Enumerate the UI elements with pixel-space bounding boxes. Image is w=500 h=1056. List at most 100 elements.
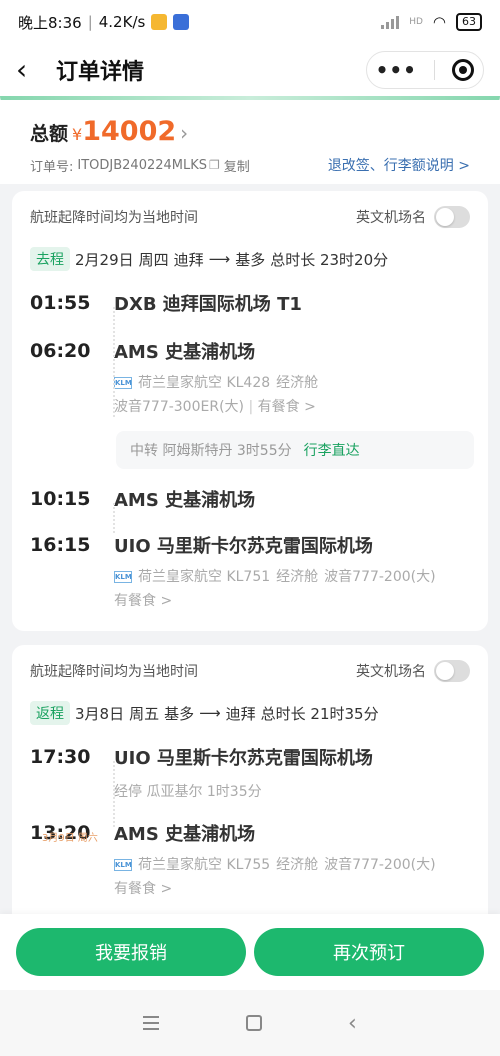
total-row[interactable]: 总额 ¥ 14002 › xyxy=(30,116,470,147)
back-nav-icon[interactable]: ‹ xyxy=(348,1011,357,1036)
meal-row[interactable]: 有餐食 > xyxy=(114,877,470,901)
aircraft-meal-row[interactable]: 波音777-300ER(大) | 有餐食 > xyxy=(114,395,470,419)
leg-date: 3月8日 xyxy=(75,704,125,723)
arrival-stop: 06:20 AMS 史基浦机场 xyxy=(30,331,470,371)
mini-program-capsule: ••• xyxy=(366,51,484,89)
airline-row: KLM 荷兰皇家航空 KL755 经济舱 波音777-200(大) xyxy=(114,853,470,877)
dep-airport: DXB 迪拜国际机场 T1 xyxy=(114,294,302,315)
order-no: ITODJB240224MLKS xyxy=(77,157,208,173)
back-icon[interactable]: ‹ xyxy=(16,56,46,84)
meal-row[interactable]: 有餐食 > xyxy=(114,589,470,613)
dep-airport: UIO 马里斯卡尔苏克雷国际机场 xyxy=(114,748,373,769)
status-time: 晚上8:36 xyxy=(18,13,82,32)
leg-tag: 返程 xyxy=(30,701,70,725)
notification-app-icon xyxy=(151,14,168,30)
reimburse-button[interactable]: 我要报销 xyxy=(16,928,246,976)
meal-info: 有餐食 > xyxy=(114,593,173,609)
rebook-button[interactable]: 再次预订 xyxy=(254,928,484,976)
leg-weekday: 周五 xyxy=(129,704,160,723)
leg-date: 2月29日 xyxy=(75,250,134,269)
leg-weekday: 周四 xyxy=(138,250,169,269)
english-name-toggle-wrap: 英文机场名 xyxy=(356,660,470,682)
total-amount: 14002 xyxy=(82,116,177,147)
toggle-label: 英文机场名 xyxy=(356,664,426,680)
airline-flight: 荷兰皇家航空 KL755 xyxy=(138,857,271,873)
aircraft-type: 波音777-200(大) xyxy=(324,857,436,873)
klm-logo-icon: KLM xyxy=(114,377,132,389)
flight-meta: KLM 荷兰皇家航空 KL751 经济舱 波音777-200(大) 有餐食 > xyxy=(30,565,470,613)
stopover-info: 经停 瓜亚基尔 1时35分 xyxy=(114,784,262,800)
cabin-class: 经济舱 xyxy=(276,569,319,585)
card-header: 航班起降时间均为当地时间 英文机场名 xyxy=(30,645,470,697)
system-nav-bar: ‹ xyxy=(0,990,500,1056)
luggage-through: 行李直达 xyxy=(303,443,360,459)
timeline-line xyxy=(113,761,115,827)
battery-icon: 63 xyxy=(456,13,482,31)
route-to: 基多 xyxy=(235,250,266,269)
net-speed: 4.2K/s xyxy=(98,13,146,31)
stopover-row: 经停 瓜亚基尔 1时35分 xyxy=(30,777,470,807)
leg-duration: 总时长 21时35分 xyxy=(260,704,379,723)
route-arrow-icon: ⟶ xyxy=(199,704,221,722)
route-to: 迪拜 xyxy=(225,704,256,723)
dep-time: 17:30 xyxy=(30,746,91,768)
departure-stop: 01:55 DXB 迪拜国际机场 T1 xyxy=(30,283,470,323)
departure-stop: 10:15 AMS 史基浦机场 xyxy=(30,479,470,519)
klm-logo-icon: KLM xyxy=(114,859,132,871)
flight-meta: KLM 荷兰皇家航空 KL755 经济舱 波音777-200(大) 有餐食 > xyxy=(30,853,470,901)
segment-1: 17:30 UIO 马里斯卡尔苏克雷国际机场 经停 瓜亚基尔 1时35分 3月9… xyxy=(30,737,470,901)
airline-flight: 荷兰皇家航空 KL751 xyxy=(138,569,271,585)
arr-airport: AMS 史基浦机场 xyxy=(114,824,256,845)
leg-summary: 去程 2月29日 周四 迪拜 ⟶ 基多 总时长 23时20分 xyxy=(30,243,470,275)
next-day-note: 3月9日 周六 xyxy=(42,833,98,844)
local-time-notice: 航班起降时间均为当地时间 xyxy=(30,210,198,226)
meal-info: 有餐食 > xyxy=(114,881,173,897)
english-name-toggle[interactable] xyxy=(434,660,470,682)
currency-symbol: ¥ xyxy=(72,125,83,144)
english-name-toggle[interactable] xyxy=(434,206,470,228)
page-title: 订单详情 xyxy=(56,60,145,85)
flight-meta: KLM 荷兰皇家航空 KL428 经济舱 波音777-300ER(大) | 有餐… xyxy=(30,371,470,419)
leg-duration: 总时长 23时20分 xyxy=(270,250,389,269)
local-time-notice: 航班起降时间均为当地时间 xyxy=(30,664,198,680)
toggle-label: 英文机场名 xyxy=(356,210,426,226)
airline-flight: 荷兰皇家航空 KL428 xyxy=(138,375,271,391)
arrival-stop: 16:15 UIO 马里斯卡尔苏克雷国际机场 xyxy=(30,525,470,565)
order-no-label: 订单号: xyxy=(30,159,74,175)
card-header: 航班起降时间均为当地时间 英文机场名 xyxy=(30,191,470,243)
aircraft-type: 波音777-300ER(大) xyxy=(114,399,244,415)
aircraft-type: 波音777-200(大) xyxy=(324,569,436,585)
chevron-right-icon: › xyxy=(180,121,189,145)
policy-link[interactable]: 退改签、行李额说明 > xyxy=(328,155,470,175)
dep-time: 01:55 xyxy=(30,292,91,314)
status-separator: | xyxy=(87,13,93,31)
target-icon[interactable] xyxy=(452,59,475,81)
outbound-card: 航班起降时间均为当地时间 英文机场名 去程 2月29日 周四 迪拜 ⟶ 基多 总… xyxy=(12,191,488,631)
route-arrow-icon: ⟶ xyxy=(208,250,231,268)
menu-icon[interactable] xyxy=(143,1016,160,1030)
airline-row: KLM 荷兰皇家航空 KL428 经济舱 xyxy=(114,371,470,395)
leg-tag: 去程 xyxy=(30,247,70,271)
status-bar: 晚上8:36 | 4.2K/s HD ◠ 63 xyxy=(0,0,500,44)
cabin-class: 经济舱 xyxy=(276,857,319,873)
signal-icon xyxy=(381,15,400,29)
hd-label: HD xyxy=(409,17,423,27)
dep-airport: AMS 史基浦机场 xyxy=(114,490,256,511)
cabin-class: 经济舱 xyxy=(276,375,319,391)
route-from: 基多 xyxy=(164,704,195,723)
transfer-text: 中转 阿姆斯特丹 3时55分 xyxy=(130,443,292,459)
leg-summary: 返程 3月8日 周五 基多 ⟶ 迪拜 总时长 21时35分 xyxy=(30,697,470,729)
nav-bar: ‹ 订单详情 ••• xyxy=(0,44,500,96)
arr-time: 06:20 xyxy=(30,340,91,362)
home-icon[interactable] xyxy=(245,1015,262,1031)
arr-airport: AMS 史基浦机场 xyxy=(114,342,256,363)
copy-icon[interactable]: ❐ xyxy=(209,158,220,172)
order-summary: 总额 ¥ 14002 › 订单号: ITODJB240224MLKS ❐ 复制 … xyxy=(0,100,500,184)
copy-button[interactable]: 复制 xyxy=(224,156,250,175)
segment-1: 01:55 DXB 迪拜国际机场 T1 06:20 AMS 史基浦机场 KLM … xyxy=(30,283,470,419)
klm-logo-icon: KLM xyxy=(114,571,132,583)
timeline-line xyxy=(113,307,115,417)
total-label: 总额 xyxy=(30,123,69,145)
more-dots-icon[interactable]: ••• xyxy=(376,58,417,82)
departure-stop: 17:30 UIO 马里斯卡尔苏克雷国际机场 xyxy=(30,737,470,777)
